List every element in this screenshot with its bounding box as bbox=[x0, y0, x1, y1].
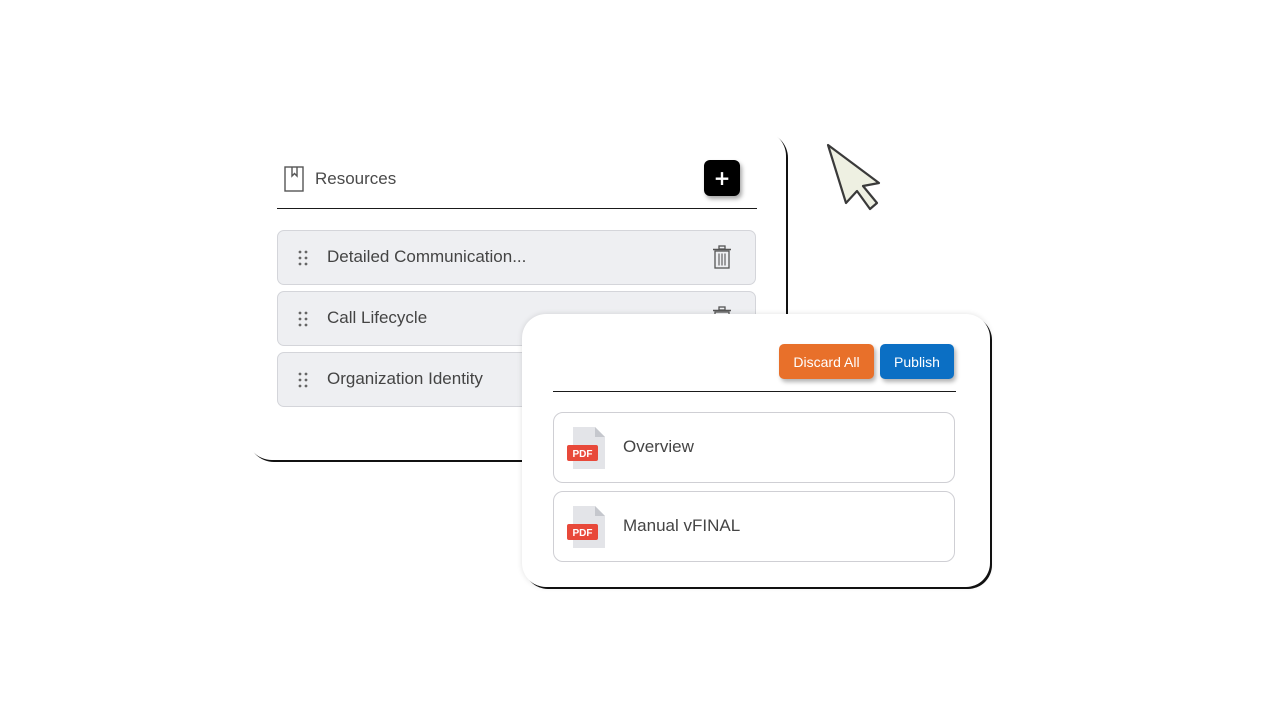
file-item[interactable]: PDF Manual vFINAL bbox=[553, 491, 955, 562]
publish-header: Discard All Publish bbox=[553, 344, 956, 392]
canvas: Resources + Detailed Communication... Ca… bbox=[0, 0, 1280, 720]
resources-header: Resources + bbox=[277, 160, 757, 209]
drag-handle-icon[interactable] bbox=[298, 311, 308, 327]
pdf-badge: PDF bbox=[573, 528, 593, 539]
resource-item[interactable]: Detailed Communication... bbox=[277, 230, 756, 285]
file-label: Overview bbox=[623, 437, 694, 456]
trash-icon[interactable] bbox=[712, 245, 732, 269]
publish-button[interactable]: Publish bbox=[880, 344, 954, 379]
pdf-file-icon: PDF bbox=[567, 427, 605, 469]
discard-all-button[interactable]: Discard All bbox=[779, 344, 874, 379]
resource-item-label: Organization Identity bbox=[327, 369, 483, 388]
pdf-badge: PDF bbox=[573, 449, 593, 460]
add-resource-button[interactable]: + bbox=[704, 160, 740, 196]
pdf-file-icon: PDF bbox=[567, 506, 605, 548]
drag-handle-icon[interactable] bbox=[298, 372, 308, 388]
drag-handle-icon[interactable] bbox=[298, 250, 308, 266]
bookmark-icon bbox=[284, 166, 304, 192]
resource-item-label: Detailed Communication... bbox=[327, 247, 527, 266]
file-list: PDF Overview PDF Manual vFINAL bbox=[553, 412, 955, 570]
mouse-cursor-icon bbox=[826, 143, 881, 211]
publish-panel: Discard All Publish PDF Overview PDF Man… bbox=[522, 314, 990, 587]
resource-item-label: Call Lifecycle bbox=[327, 308, 428, 327]
file-label: Manual vFINAL bbox=[623, 516, 741, 535]
resources-title: Resources bbox=[315, 169, 397, 188]
file-item[interactable]: PDF Overview bbox=[553, 412, 955, 483]
